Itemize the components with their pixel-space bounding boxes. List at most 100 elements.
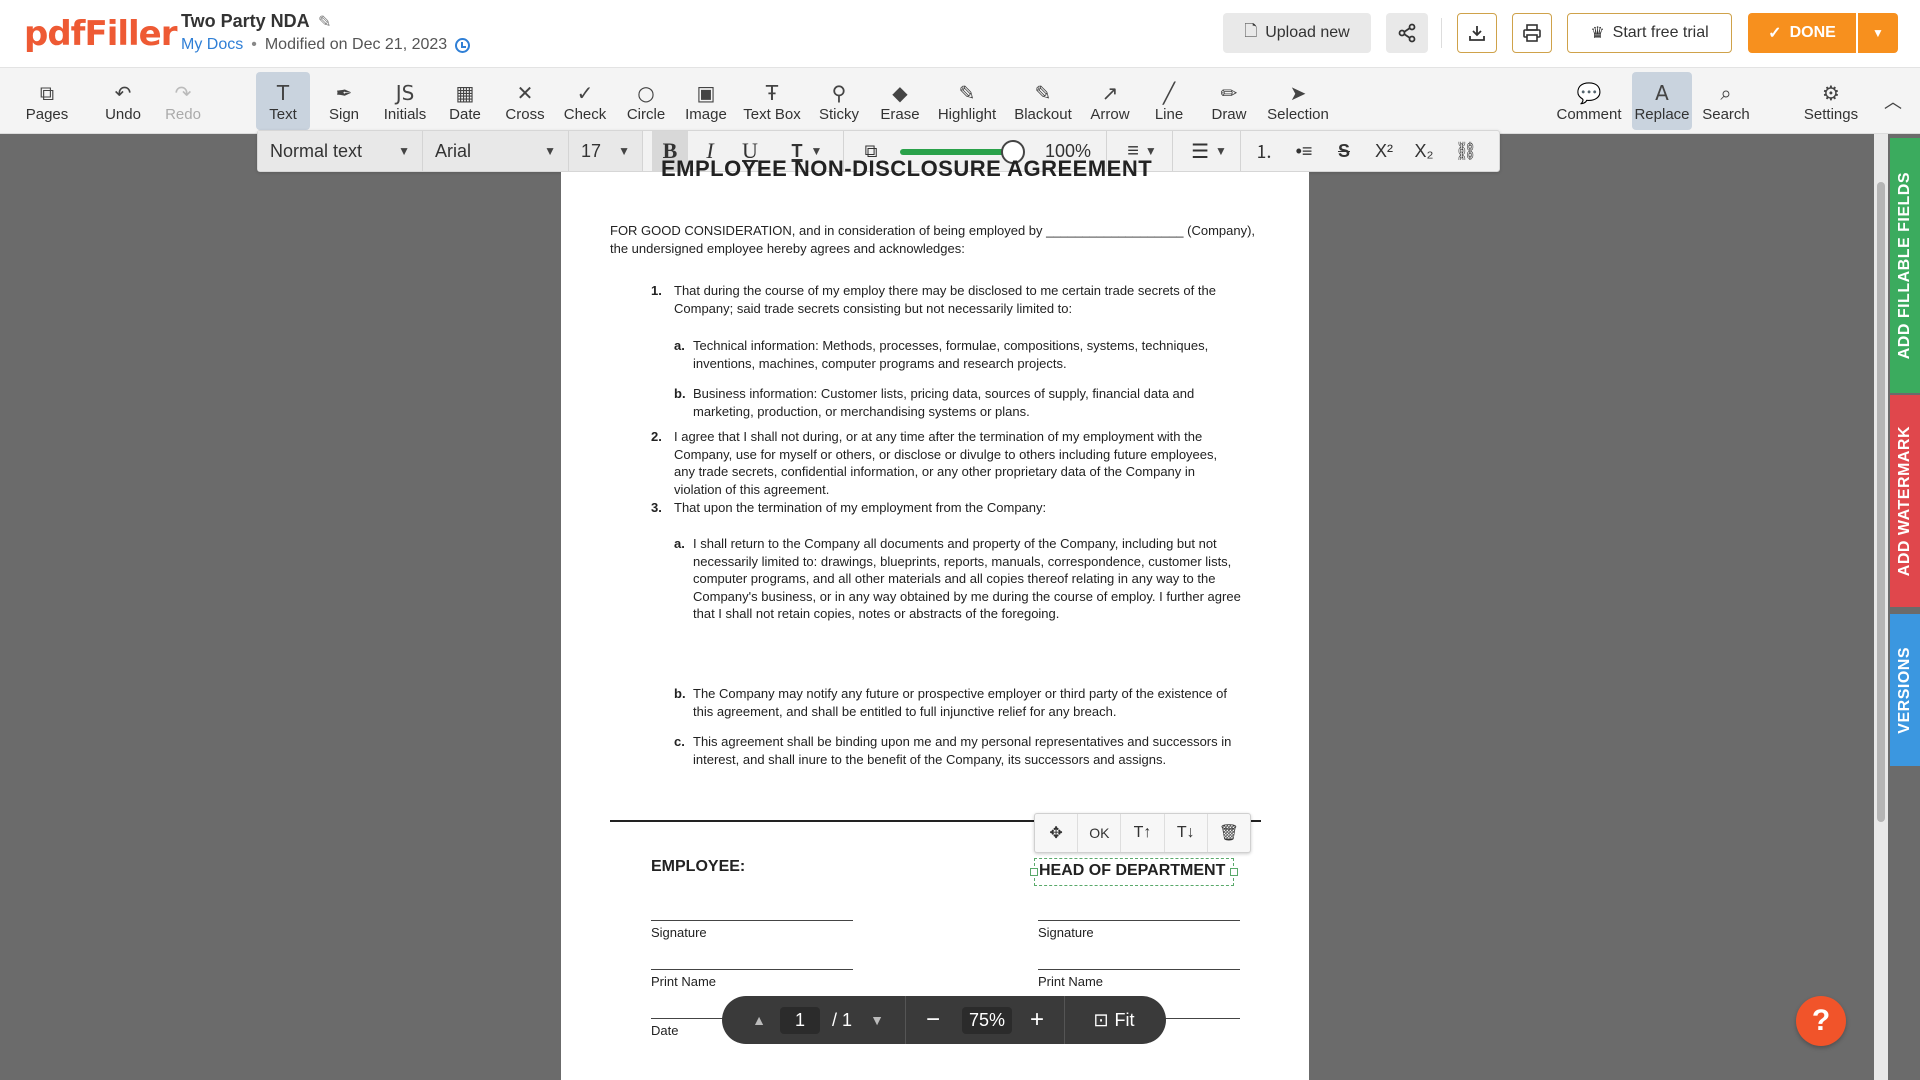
head-print-name-line[interactable]: [1038, 969, 1240, 970]
delete-field-button[interactable]: 🗑: [1208, 814, 1250, 852]
chevron-up-icon: ▲: [752, 1012, 766, 1028]
link-button[interactable]: ⛓: [1448, 131, 1484, 171]
tool-draw[interactable]: ✏ Draw: [1202, 72, 1256, 130]
tool-selection[interactable]: ➤ Selection: [1260, 72, 1336, 130]
versions-label: VERSIONS: [1896, 646, 1913, 734]
employee-print-name-line[interactable]: [651, 969, 853, 970]
decrease-font-button[interactable]: T↓: [1165, 814, 1208, 852]
clause-number: 3.: [651, 500, 662, 515]
tool-line[interactable]: ╱ Line: [1142, 72, 1196, 130]
done-options-button[interactable]: ▼: [1858, 13, 1898, 53]
tool-label: Image: [685, 105, 727, 123]
zoom-level-input[interactable]: 75%: [962, 1007, 1012, 1034]
download-icon: [1469, 26, 1485, 41]
tool-cross[interactable]: ✕ Cross: [498, 72, 552, 130]
tool-search[interactable]: ⌕ Search: [1696, 72, 1756, 130]
page-number-input[interactable]: 1: [780, 1007, 820, 1034]
paragraph-style-value: Normal text: [270, 140, 363, 161]
clause-number: a.: [674, 338, 685, 353]
tool-pages[interactable]: ⧉ Pages: [14, 72, 80, 130]
cursor-icon: ➤: [1289, 80, 1307, 105]
tool-sticky[interactable]: ⚲ Sticky: [810, 72, 868, 130]
minus-icon: −: [925, 1006, 940, 1033]
head-signature-line[interactable]: [1038, 920, 1240, 921]
tool-highlight[interactable]: ✎ Highlight: [932, 72, 1002, 130]
clause-text: Technical information: Methods, processe…: [693, 338, 1209, 371]
tool-sign[interactable]: ✒ Sign: [316, 72, 372, 130]
collapse-toolbar-icon[interactable]: ︿: [1884, 88, 1902, 114]
scrollbar-thumb[interactable]: [1877, 182, 1885, 822]
next-page-button[interactable]: ▼: [862, 996, 892, 1044]
zoom-out-button[interactable]: −: [918, 996, 948, 1044]
selected-text-field[interactable]: HEAD OF DEPARTMENT: [1030, 858, 1238, 886]
increase-font-button[interactable]: T↑: [1121, 814, 1165, 852]
tool-arrow[interactable]: ↗ Arrow: [1084, 72, 1136, 130]
clock-icon[interactable]: [455, 37, 471, 53]
superscript-button[interactable]: X²: [1366, 131, 1402, 171]
font-family-value: Arial: [435, 140, 472, 161]
subscript-button[interactable]: X₂: [1406, 131, 1442, 171]
employee-signature-line[interactable]: [651, 920, 853, 921]
add-fillable-fields-tab[interactable]: ADD FILLABLE FIELDS: [1890, 138, 1920, 393]
tool-text[interactable]: T Text: [256, 72, 310, 130]
tool-text-box[interactable]: Ŧ Text Box: [734, 72, 810, 130]
line-spacing-dropdown[interactable]: ☰ ▼: [1182, 131, 1236, 171]
numbered-list-button[interactable]: ⒈: [1246, 131, 1282, 171]
tool-date[interactable]: ▦ Date: [440, 72, 490, 130]
tool-check[interactable]: ✓ Check: [558, 72, 612, 130]
tool-settings[interactable]: ⚙ Settings: [1796, 72, 1866, 130]
tool-replace[interactable]: A Replace: [1632, 72, 1692, 130]
clause-text: That upon the termination of my employme…: [674, 500, 1047, 515]
tool-circle[interactable]: ○ Circle: [618, 72, 674, 130]
tool-label: Circle: [626, 105, 666, 123]
strikethrough-button[interactable]: S: [1326, 131, 1362, 171]
tool-blackout[interactable]: ✎ Blackout: [1008, 72, 1078, 130]
download-button[interactable]: [1457, 13, 1497, 53]
clause-text: I agree that I shall not during, or at a…: [674, 429, 1218, 497]
tool-initials[interactable]: JS Initials: [374, 72, 436, 130]
vertical-scrollbar[interactable]: [1874, 134, 1888, 1080]
chevron-down-icon: ▼: [1872, 26, 1884, 40]
start-free-trial-button[interactable]: ♛ Start free trial: [1567, 13, 1732, 53]
tool-undo[interactable]: ↶ Undo: [98, 72, 148, 130]
ok-button[interactable]: OK: [1078, 814, 1122, 852]
help-button[interactable]: ?: [1796, 996, 1846, 1046]
check-icon: ✓: [576, 80, 594, 105]
tool-image[interactable]: ▣ Image: [679, 72, 733, 130]
fit-label: Fit: [1114, 1009, 1135, 1030]
font-family-dropdown[interactable]: Arial ▼: [423, 131, 568, 171]
font-size-dropdown[interactable]: 17 ▼: [569, 131, 642, 171]
upload-new-button[interactable]: 🗋 Upload new: [1223, 13, 1371, 53]
done-button[interactable]: ✓ DONE: [1748, 13, 1856, 53]
clause-number: c.: [674, 734, 685, 749]
fit-button[interactable]: ⊡ Fit: [1074, 996, 1154, 1044]
my-docs-link[interactable]: My Docs: [181, 36, 243, 54]
tool-redo[interactable]: ↷ Redo: [158, 72, 208, 130]
done-label: DONE: [1789, 24, 1836, 41]
tool-comment[interactable]: 💬 Comment: [1548, 72, 1630, 130]
pencil-icon[interactable]: ✎: [318, 12, 331, 32]
app-logo[interactable]: pdfFiller: [24, 14, 177, 54]
tool-label: Undo: [105, 105, 141, 123]
add-watermark-tab[interactable]: ADD WATERMARK: [1890, 395, 1920, 607]
gear-icon: ⚙: [1822, 80, 1840, 105]
clause-number: a.: [674, 536, 685, 551]
print-button[interactable]: [1512, 13, 1552, 53]
resize-handle[interactable]: [1030, 868, 1038, 876]
tool-label: Settings: [1803, 105, 1859, 123]
bullet-list-button[interactable]: •≡: [1286, 131, 1322, 171]
subscript-icon: X₂: [1414, 140, 1434, 161]
document-title[interactable]: Two Party NDA: [181, 11, 310, 32]
head-of-department-label[interactable]: HEAD OF DEPARTMENT: [1039, 862, 1225, 880]
clause-text: This agreement shall be binding upon me …: [693, 734, 1232, 767]
paragraph-style-dropdown[interactable]: Normal text ▼: [258, 131, 422, 171]
resize-handle[interactable]: [1230, 868, 1238, 876]
zoom-in-button[interactable]: +: [1022, 996, 1052, 1044]
share-button[interactable]: [1386, 13, 1428, 53]
move-field-button[interactable]: ✥: [1035, 814, 1079, 852]
tool-label: Check: [563, 105, 607, 123]
chevron-down-icon: ▼: [398, 144, 410, 158]
tool-erase[interactable]: ◆ Erase: [868, 72, 932, 130]
previous-page-button[interactable]: ▲: [744, 996, 774, 1044]
versions-tab[interactable]: VERSIONS: [1890, 614, 1920, 766]
